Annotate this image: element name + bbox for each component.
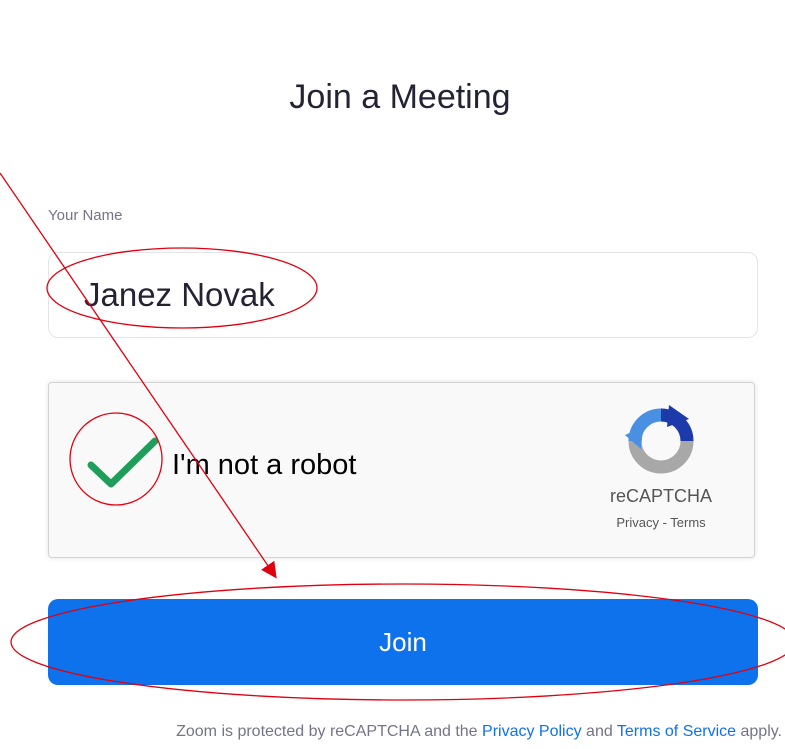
recaptcha-links: Privacy - Terms <box>581 515 741 530</box>
terms-of-service-link[interactable]: Terms of Service <box>617 723 736 740</box>
checkmark-icon[interactable] <box>85 433 161 493</box>
privacy-policy-link[interactable]: Privacy Policy <box>482 723 582 740</box>
notice-prefix: Zoom is protected by reCAPTCHA and the <box>176 723 483 740</box>
recaptcha-links-separator: - <box>658 515 671 530</box>
recaptcha-widget: I'm not a robot reCAPTCHA Privacy - Term… <box>48 382 755 558</box>
notice-suffix: apply. <box>736 723 782 740</box>
recaptcha-brand: reCAPTCHA <box>609 486 712 506</box>
recaptcha-privacy-link[interactable]: Privacy <box>616 515 659 530</box>
name-input[interactable] <box>48 252 758 338</box>
name-field-label: Your Name <box>48 207 123 224</box>
page-title: Join a Meeting <box>289 78 511 116</box>
join-button[interactable]: Join <box>48 599 758 685</box>
captcha-label: I'm not a robot <box>172 449 357 481</box>
recaptcha-terms-link[interactable]: Terms <box>670 515 705 530</box>
recaptcha-logo-icon <box>625 405 694 474</box>
recaptcha-notice: Zoom is protected by reCAPTCHA and the P… <box>0 723 785 741</box>
notice-middle: and <box>581 723 617 740</box>
join-meeting-page: Join a Meeting Your Name I'm not a robot… <box>0 0 785 749</box>
